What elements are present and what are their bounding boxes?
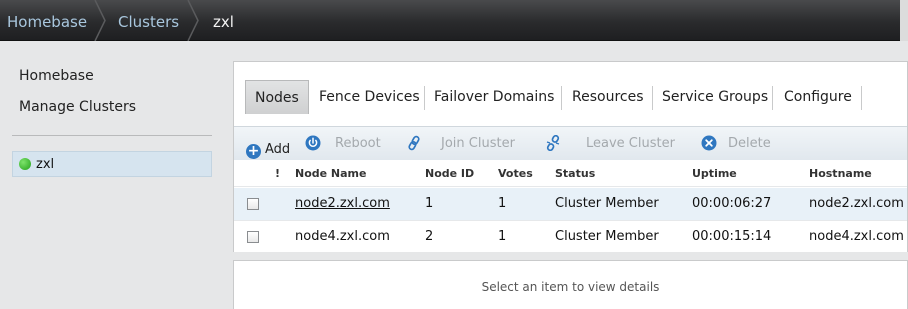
- table-header: ! Node Name Node ID Votes Status Uptime …: [234, 160, 907, 187]
- add-icon[interactable]: +: [246, 144, 261, 159]
- sidebar: Homebase Manage Clusters zxl: [0, 41, 224, 309]
- column-header-votes[interactable]: Votes: [498, 160, 533, 187]
- join-cluster-button[interactable]: Join Cluster: [441, 127, 515, 161]
- tab-divider: [561, 86, 562, 110]
- table-row[interactable]: node2.zxl.com 1 1 Cluster Member 00:00:0…: [234, 188, 907, 220]
- node-name-link[interactable]: node4.zxl.com: [295, 221, 390, 253]
- node-status: Cluster Member: [555, 196, 659, 211]
- row-checkbox[interactable]: [247, 198, 259, 210]
- sidebar-item-homebase[interactable]: Homebase: [19, 68, 94, 84]
- sidebar-item-manage-clusters[interactable]: Manage Clusters: [19, 99, 136, 115]
- tab-divider: [861, 86, 862, 110]
- column-header-node-id[interactable]: Node ID: [425, 160, 474, 187]
- status-online-icon: [19, 158, 31, 170]
- leave-cluster-button[interactable]: Leave Cluster: [586, 127, 675, 161]
- node-uptime: 00:00:15:14: [692, 229, 772, 244]
- power-icon: [305, 135, 321, 151]
- column-header-hostname[interactable]: Hostname: [809, 160, 872, 187]
- toolbar: + Add Reboot Join Cluster Leave Cluster …: [234, 126, 907, 160]
- nodes-panel: Nodes Fence Devices Failover Domains Res…: [233, 61, 908, 252]
- node-votes: 1: [498, 196, 507, 211]
- tab-divider: [772, 86, 773, 110]
- node-id: 2: [425, 229, 434, 244]
- tab-divider: [652, 86, 653, 110]
- unlink-icon: [546, 135, 560, 151]
- node-id: 1: [425, 196, 434, 211]
- node-hostname: node4.zxl.com: [809, 229, 904, 244]
- node-name-link[interactable]: node2.zxl.com: [295, 188, 390, 220]
- column-header-uptime[interactable]: Uptime: [692, 160, 737, 187]
- reboot-button[interactable]: Reboot: [335, 127, 381, 161]
- table-row[interactable]: node4.zxl.com 2 1 Cluster Member 00:00:1…: [234, 220, 907, 252]
- divider: [12, 135, 212, 136]
- scrollbar[interactable]: [900, 0, 908, 41]
- delete-icon: [701, 135, 717, 151]
- delete-button[interactable]: Delete: [728, 127, 771, 161]
- breadcrumb-current: zxl: [213, 13, 234, 31]
- breadcrumb-clusters[interactable]: Clusters: [118, 0, 179, 41]
- tab-failover-domains[interactable]: Failover Domains: [434, 80, 554, 114]
- tab-configure[interactable]: Configure: [784, 80, 852, 114]
- details-panel: Select an item to view details: [233, 260, 908, 309]
- details-placeholder: Select an item to view details: [481, 280, 660, 294]
- tab-resources[interactable]: Resources: [572, 80, 644, 114]
- cluster-name: zxl: [36, 157, 55, 172]
- link-icon: [408, 135, 420, 151]
- sidebar-item-cluster[interactable]: zxl: [12, 151, 212, 177]
- breadcrumb: Homebase Clusters zxl: [0, 0, 908, 41]
- breadcrumb-homebase[interactable]: Homebase: [7, 0, 87, 41]
- tab-divider: [424, 86, 425, 110]
- node-status: Cluster Member: [555, 229, 659, 244]
- column-header-node-name[interactable]: Node Name: [295, 160, 366, 187]
- column-header-flag[interactable]: !: [275, 160, 280, 187]
- row-checkbox[interactable]: [247, 231, 259, 243]
- node-uptime: 00:00:06:27: [692, 196, 772, 211]
- node-votes: 1: [498, 229, 507, 244]
- chevron-right-icon: [187, 0, 199, 41]
- node-hostname: node2.zxl.com: [809, 196, 904, 211]
- column-header-status[interactable]: Status: [555, 160, 595, 187]
- tab-fence-devices[interactable]: Fence Devices: [319, 80, 420, 114]
- tab-service-groups[interactable]: Service Groups: [662, 80, 768, 114]
- chevron-right-icon: [94, 0, 106, 41]
- tab-nodes[interactable]: Nodes: [245, 80, 309, 114]
